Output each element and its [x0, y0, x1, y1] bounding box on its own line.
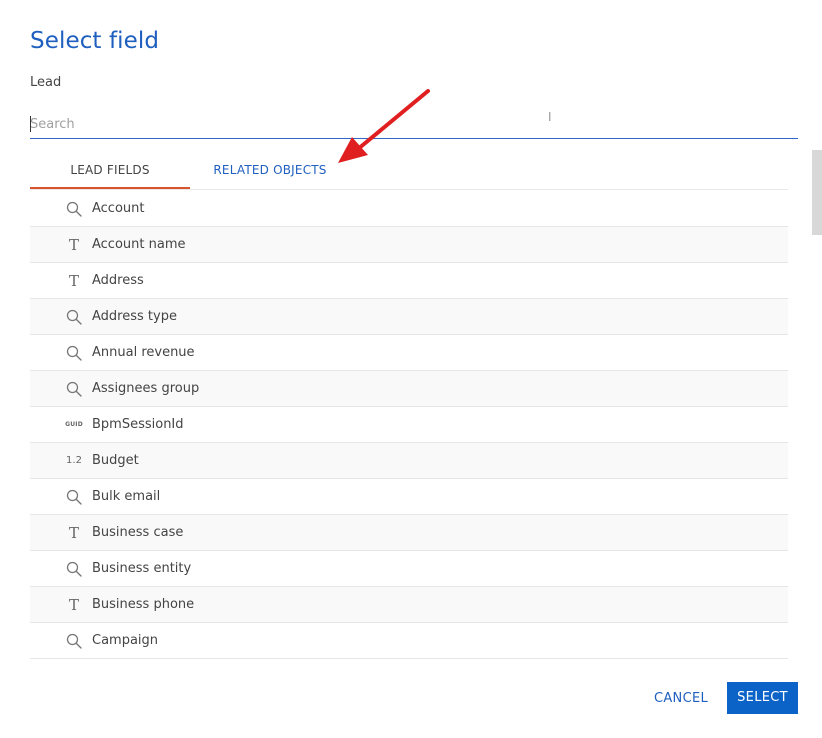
decimal-type-glyph: 1.2 [66, 455, 82, 466]
lookup-search-icon [64, 479, 84, 514]
dialog-subtitle: Lead [30, 75, 62, 90]
lookup-search-icon [64, 335, 84, 370]
scrollbar-thumb[interactable] [812, 150, 822, 235]
field-label: Business phone [92, 597, 195, 612]
text-type-glyph: T [68, 523, 79, 542]
lookup-search-icon [64, 371, 84, 406]
dialog-title: Select field [30, 28, 160, 54]
text-type-icon: T [64, 587, 84, 622]
text-type-glyph: T [68, 235, 79, 254]
field-label: Account name [92, 237, 186, 252]
field-label: Address [92, 273, 144, 288]
field-label: Assignees group [92, 381, 200, 396]
field-row[interactable]: Business entity [30, 551, 788, 587]
field-label: Account [92, 201, 145, 216]
text-caret [30, 116, 31, 132]
cancel-button[interactable]: CANCEL [642, 682, 720, 714]
field-label: Campaign [92, 633, 159, 648]
tab-related-objects[interactable]: RELATED OBJECTS [205, 150, 335, 187]
field-label: Business entity [92, 561, 192, 576]
field-row[interactable]: T Business case [30, 515, 788, 551]
field-row[interactable]: Bulk email [30, 479, 788, 515]
select-button[interactable]: SELECT [727, 682, 798, 714]
text-type-icon: T [64, 515, 84, 550]
annotation-arrow-icon [338, 89, 430, 163]
guid-type-icon: GUID [64, 407, 84, 442]
field-row[interactable]: 1.2 Budget [30, 443, 788, 479]
text-type-icon: T [64, 263, 84, 298]
field-label: BpmSessionId [92, 417, 184, 432]
field-label: Address type [92, 309, 177, 324]
lookup-search-icon [64, 551, 84, 586]
text-type-icon: T [64, 227, 84, 262]
field-row[interactable]: Campaign [30, 623, 788, 659]
lookup-search-icon [64, 623, 84, 658]
tab-lead-fields[interactable]: LEAD FIELDS [30, 150, 190, 189]
field-row[interactable]: Assignees group [30, 371, 788, 407]
field-row[interactable]: Address type [30, 299, 788, 335]
field-label: Annual revenue [92, 345, 195, 360]
field-row[interactable]: T Business phone [30, 587, 788, 623]
field-row[interactable]: GUID BpmSessionId [30, 407, 788, 443]
text-type-glyph: T [68, 271, 79, 290]
guid-type-glyph: GUID [65, 421, 83, 428]
lookup-search-icon [64, 299, 84, 334]
text-type-glyph: T [68, 595, 79, 614]
field-label: Bulk email [92, 489, 161, 504]
field-label: Budget [92, 453, 139, 468]
field-row[interactable]: Account [30, 191, 788, 227]
field-label: Business case [92, 525, 184, 540]
field-row[interactable]: T Account name [30, 227, 788, 263]
mouse-ibeam-cursor-icon: Ι [548, 110, 552, 124]
lookup-search-icon [64, 191, 84, 226]
field-row[interactable]: Annual revenue [30, 335, 788, 371]
decimal-type-icon: 1.2 [64, 443, 84, 478]
select-field-dialog: Select field Lead Ι LEAD FIELDS RELATED … [0, 0, 822, 738]
field-list: Account T Account name T Address Address type… [30, 191, 788, 661]
field-row[interactable]: T Address [30, 263, 788, 299]
